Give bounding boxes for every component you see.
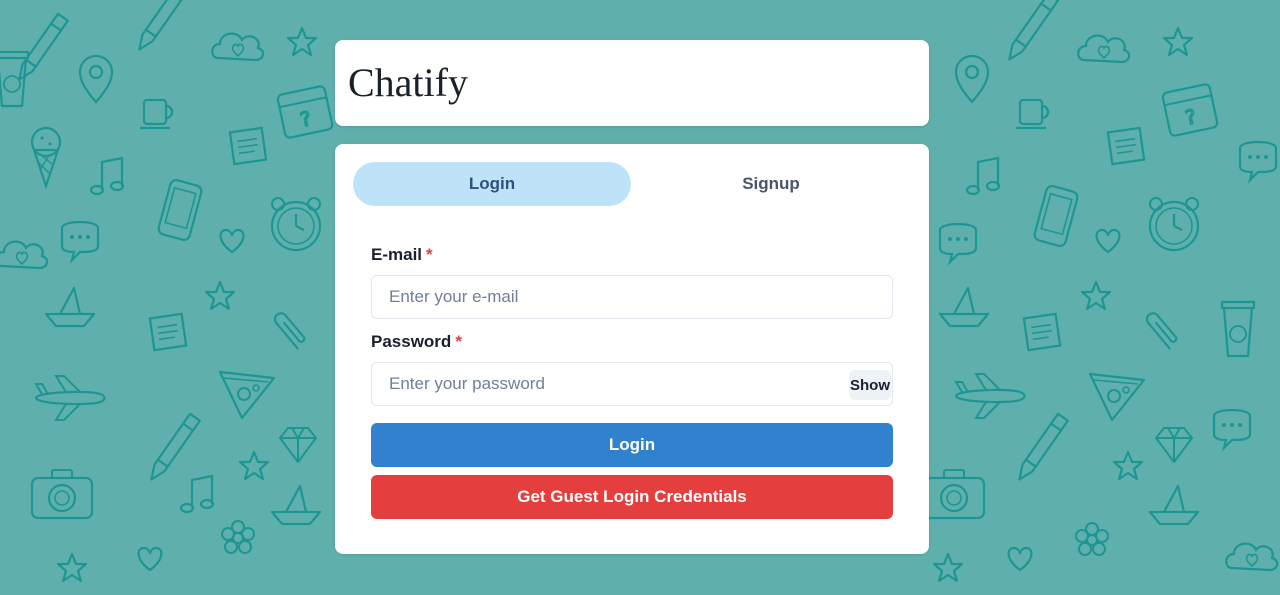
app-title: Chatify (348, 60, 468, 105)
app-header-card: Chatify (335, 40, 929, 126)
tab-signup[interactable]: Signup (632, 162, 910, 206)
email-field-wrapper (371, 275, 893, 319)
password-field-wrapper: Show (371, 362, 893, 406)
login-button[interactable]: Login (371, 423, 893, 467)
email-label-text: E-mail (371, 245, 423, 264)
auth-tabs: Login Signup (353, 162, 910, 206)
tab-login[interactable]: Login (353, 162, 631, 206)
email-label: E-mail * (371, 245, 433, 265)
guest-credentials-button[interactable]: Get Guest Login Credentials (371, 475, 893, 519)
password-label: Password * (371, 332, 462, 352)
email-field[interactable] (372, 276, 892, 318)
email-required-marker: * (426, 245, 433, 264)
password-label-text: Password (371, 332, 452, 351)
show-password-button[interactable]: Show (849, 370, 891, 400)
password-required-marker: * (455, 332, 462, 351)
auth-card: Login Signup E-mail* Password* Show Logi… (335, 144, 929, 554)
password-field[interactable] (372, 363, 892, 405)
